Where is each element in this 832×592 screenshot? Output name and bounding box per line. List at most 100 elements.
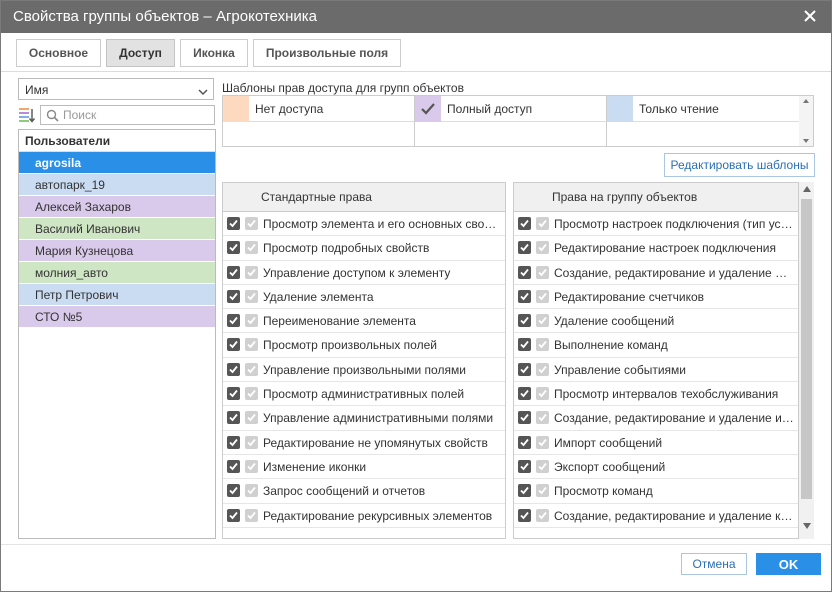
- rights-scrollbar[interactable]: [799, 182, 814, 539]
- standard-right-row: Управление административными полями: [223, 406, 505, 431]
- right-inherited-checkbox[interactable]: [536, 241, 549, 255]
- right-inherited-checkbox[interactable]: [536, 387, 549, 401]
- right-checkbox[interactable]: [518, 484, 531, 498]
- standard-right-row: Редактирование не упомянутых свойств: [223, 431, 505, 455]
- standard-right-label: Управление доступом к элементу: [263, 265, 451, 280]
- right-checkbox[interactable]: [227, 362, 240, 376]
- user-list-item[interactable]: Алексей Захаров: [19, 196, 215, 218]
- right-inherited-checkbox[interactable]: [245, 289, 258, 303]
- right-checkbox[interactable]: [227, 265, 240, 279]
- right-checkbox[interactable]: [518, 411, 531, 425]
- templates-table: Нет доступа Полный доступ Только чтение: [222, 95, 814, 147]
- user-list-item[interactable]: молния_авто: [19, 262, 215, 284]
- template-read-only[interactable]: Только чтение: [607, 96, 799, 122]
- right-checkbox[interactable]: [227, 217, 240, 230]
- right-checkbox[interactable]: [518, 241, 531, 255]
- template-empty-cell: [415, 122, 607, 146]
- right-inherited-checkbox[interactable]: [245, 484, 258, 498]
- right-inherited-checkbox[interactable]: [536, 508, 549, 522]
- tab-custom-fields[interactable]: Произвольные поля: [253, 39, 401, 67]
- user-list-item[interactable]: Мария Кузнецова: [19, 240, 215, 262]
- right-checkbox[interactable]: [227, 387, 240, 401]
- tab-icon[interactable]: Иконка: [180, 39, 248, 67]
- standard-right-row: Запрос сообщений и отчетов: [223, 479, 505, 504]
- group-right-row: Просмотр настроек подключения (тип устро…: [514, 212, 798, 237]
- group-right-label: Удаление сообщений: [554, 314, 675, 329]
- user-list-header: Пользователи: [19, 130, 215, 152]
- standard-right-label: Переименование элемента: [263, 314, 416, 329]
- right-checkbox[interactable]: [518, 217, 531, 230]
- standard-right-row: Просмотр произвольных полей: [223, 333, 505, 358]
- right-checkbox[interactable]: [227, 459, 240, 473]
- right-inherited-checkbox[interactable]: [536, 314, 549, 328]
- template-empty-cell: [223, 122, 415, 146]
- right-checkbox[interactable]: [518, 459, 531, 473]
- right-inherited-checkbox[interactable]: [245, 435, 258, 449]
- user-list-item[interactable]: agrosila: [19, 152, 215, 174]
- template-color-swatch: [607, 96, 633, 122]
- user-list-item[interactable]: Василий Иванович: [19, 218, 215, 240]
- right-inherited-checkbox[interactable]: [245, 411, 258, 425]
- right-inherited-checkbox[interactable]: [245, 459, 258, 473]
- standard-rights-table: Стандартные права Просмотр элемента и ег…: [222, 182, 506, 539]
- right-inherited-checkbox[interactable]: [536, 411, 549, 425]
- user-list-item[interactable]: СТО №5: [19, 306, 215, 328]
- standard-right-label: Просмотр произвольных полей: [263, 338, 437, 353]
- right-inherited-checkbox[interactable]: [536, 484, 549, 498]
- group-right-label: Просмотр интервалов техобслуживания: [554, 387, 779, 402]
- right-checkbox[interactable]: [518, 435, 531, 449]
- tab-basic[interactable]: Основное: [16, 39, 101, 67]
- right-inherited-checkbox[interactable]: [536, 265, 549, 279]
- right-checkbox[interactable]: [227, 411, 240, 425]
- right-checkbox[interactable]: [227, 314, 240, 328]
- template-no-access[interactable]: Нет доступа: [223, 96, 415, 122]
- group-right-label: Создание, редактирование и удаление датч…: [554, 265, 794, 280]
- right-inherited-checkbox[interactable]: [536, 459, 549, 473]
- edit-templates-button[interactable]: Редактировать шаблоны: [664, 153, 815, 177]
- right-checkbox[interactable]: [227, 484, 240, 498]
- right-inherited-checkbox[interactable]: [245, 362, 258, 376]
- templates-scrollbar[interactable]: [799, 96, 813, 146]
- cancel-button[interactable]: Отмена: [681, 553, 747, 575]
- right-inherited-checkbox[interactable]: [536, 217, 549, 230]
- sort-order-icon[interactable]: [18, 106, 36, 124]
- template-color-swatch: [415, 96, 441, 122]
- right-checkbox[interactable]: [518, 508, 531, 522]
- search-input[interactable]: [63, 107, 211, 123]
- right-checkbox[interactable]: [227, 338, 240, 352]
- scrollbar-thumb[interactable]: [801, 199, 812, 499]
- right-inherited-checkbox[interactable]: [245, 314, 258, 328]
- user-list-item[interactable]: Петр Петрович: [19, 284, 215, 306]
- group-right-row: Удаление сообщений: [514, 309, 798, 334]
- right-inherited-checkbox[interactable]: [245, 241, 258, 255]
- right-inherited-checkbox[interactable]: [536, 435, 549, 449]
- right-inherited-checkbox[interactable]: [536, 338, 549, 352]
- right-checkbox[interactable]: [518, 289, 531, 303]
- right-checkbox[interactable]: [518, 265, 531, 279]
- right-checkbox[interactable]: [518, 387, 531, 401]
- right-checkbox[interactable]: [518, 314, 531, 328]
- group-right-row: Просмотр интервалов техобслуживания: [514, 382, 798, 407]
- right-checkbox[interactable]: [518, 338, 531, 352]
- group-right-label: Просмотр команд: [554, 484, 653, 499]
- close-icon[interactable]: [801, 7, 819, 25]
- right-checkbox[interactable]: [227, 435, 240, 449]
- standard-right-label: Просмотр подробных свойств: [263, 241, 430, 256]
- right-checkbox[interactable]: [227, 508, 240, 522]
- right-inherited-checkbox[interactable]: [245, 338, 258, 352]
- user-list-item[interactable]: автопарк_19: [19, 174, 215, 196]
- right-inherited-checkbox[interactable]: [536, 289, 549, 303]
- sort-select[interactable]: Имя: [18, 78, 214, 100]
- template-full-access[interactable]: Полный доступ: [415, 96, 607, 122]
- right-inherited-checkbox[interactable]: [245, 265, 258, 279]
- right-checkbox[interactable]: [227, 241, 240, 255]
- tab-access[interactable]: Доступ: [106, 39, 175, 67]
- right-inherited-checkbox[interactable]: [245, 508, 258, 522]
- right-checkbox[interactable]: [227, 289, 240, 303]
- standard-right-label: Просмотр административных полей: [263, 387, 465, 402]
- right-inherited-checkbox[interactable]: [245, 387, 258, 401]
- right-inherited-checkbox[interactable]: [536, 362, 549, 376]
- right-checkbox[interactable]: [518, 362, 531, 376]
- ok-button[interactable]: OK: [756, 553, 821, 575]
- right-inherited-checkbox[interactable]: [245, 217, 258, 230]
